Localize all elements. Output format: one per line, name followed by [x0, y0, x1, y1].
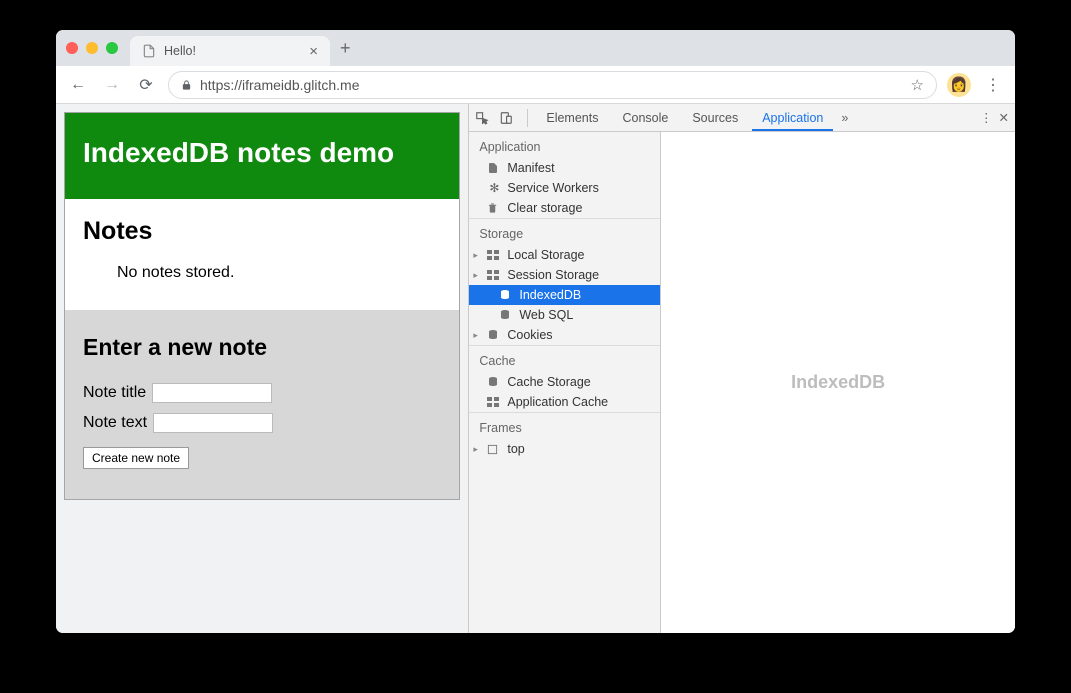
tab-application[interactable]: Application [752, 105, 833, 131]
application-sidebar: Application Manifest ✻ Service Workers [469, 132, 661, 633]
sidebar-item-label: IndexedDB [519, 288, 581, 302]
section-cache: Cache [469, 345, 660, 372]
browser-toolbar: ← → ⟳ https://iframeidb.glitch.me ☆ 👩 ⋮ [56, 66, 1015, 104]
empty-message: No notes stored. [117, 264, 441, 282]
sidebar-item-label: top [507, 442, 524, 456]
bookmark-icon[interactable]: ☆ [911, 76, 924, 94]
new-note-form: Enter a new note Note title Note text Cr… [65, 310, 459, 499]
tab-elements[interactable]: Elements [536, 105, 608, 131]
sidebar-item-label: Web SQL [519, 308, 573, 322]
frame-icon [487, 444, 501, 455]
devtools-tabstrip: Elements Console Sources Application » ⋮… [469, 104, 1015, 132]
main-placeholder: IndexedDB [791, 372, 885, 393]
tab-console[interactable]: Console [612, 105, 678, 131]
forward-button[interactable]: → [100, 76, 124, 94]
notes-heading: Notes [83, 217, 441, 246]
sidebar-item-websql[interactable]: Web SQL [469, 305, 660, 325]
database-icon [487, 376, 501, 388]
grid-icon [487, 250, 501, 260]
sidebar-item-application-cache[interactable]: Application Cache [469, 392, 660, 412]
sidebar-item-label: Local Storage [507, 248, 584, 262]
devtools-body: Application Manifest ✻ Service Workers [469, 132, 1015, 633]
sidebar-item-indexeddb[interactable]: IndexedDB [469, 285, 660, 305]
sidebar-item-label: Clear storage [507, 201, 582, 215]
url-text: https://iframeidb.glitch.me [200, 77, 360, 93]
close-tab-button[interactable]: × [309, 43, 318, 60]
window-controls [66, 42, 118, 54]
tab-strip: Hello! × + [56, 30, 1015, 66]
section-application: Application [469, 132, 660, 158]
gear-icon: ✻ [487, 181, 501, 195]
page-icon [142, 44, 156, 58]
address-bar[interactable]: https://iframeidb.glitch.me ☆ [168, 71, 937, 99]
devtools-panel: Elements Console Sources Application » ⋮… [468, 104, 1015, 633]
sidebar-item-label: Session Storage [507, 268, 599, 282]
section-frames: Frames [469, 412, 660, 439]
sidebar-item-service-workers[interactable]: ✻ Service Workers [469, 178, 660, 198]
sidebar-item-label: Application Cache [507, 395, 608, 409]
sidebar-item-cookies[interactable]: Cookies [469, 325, 660, 345]
sidebar-item-manifest[interactable]: Manifest [469, 158, 660, 178]
sidebar-item-session-storage[interactable]: Session Storage [469, 265, 660, 285]
sidebar-item-label: Manifest [507, 161, 554, 175]
grid-icon [487, 397, 501, 407]
tab-sources[interactable]: Sources [682, 105, 748, 131]
form-heading: Enter a new note [83, 334, 441, 361]
document-icon [487, 162, 501, 174]
notes-section: Notes No notes stored. [65, 199, 459, 310]
minimize-window-button[interactable] [86, 42, 98, 54]
note-text-input[interactable] [153, 413, 273, 433]
maximize-window-button[interactable] [106, 42, 118, 54]
note-text-label: Note text [83, 414, 147, 432]
browser-tab[interactable]: Hello! × [130, 36, 330, 66]
devtools-menu-icon[interactable]: ⋮ [980, 110, 993, 125]
browser-menu-button[interactable]: ⋮ [981, 75, 1005, 95]
create-note-button[interactable]: Create new note [83, 447, 189, 469]
sidebar-item-label: Cookies [507, 328, 552, 342]
separator [527, 109, 528, 127]
back-button[interactable]: ← [66, 76, 90, 94]
more-tabs-icon[interactable]: » [841, 111, 848, 125]
database-icon [487, 329, 501, 341]
inspect-icon[interactable] [475, 111, 495, 125]
sidebar-item-label: Cache Storage [507, 375, 590, 389]
sidebar-item-cache-storage[interactable]: Cache Storage [469, 372, 660, 392]
section-storage: Storage [469, 218, 660, 245]
profile-avatar[interactable]: 👩 [947, 73, 971, 97]
browser-window: Hello! × + ← → ⟳ https://iframeidb.glitc… [56, 30, 1015, 633]
device-toggle-icon[interactable] [499, 111, 519, 125]
tab-title: Hello! [164, 44, 196, 58]
lock-icon [181, 79, 192, 91]
sidebar-item-clear-storage[interactable]: Clear storage [469, 198, 660, 218]
new-tab-button[interactable]: + [340, 38, 351, 59]
database-icon [499, 289, 513, 301]
sidebar-item-local-storage[interactable]: Local Storage [469, 245, 660, 265]
rendered-page: IndexedDB notes demo Notes No notes stor… [56, 104, 468, 633]
note-title-input[interactable] [152, 383, 272, 403]
sidebar-item-top-frame[interactable]: top [469, 439, 660, 459]
demo-card: IndexedDB notes demo Notes No notes stor… [64, 112, 460, 500]
note-title-label: Note title [83, 384, 146, 402]
grid-icon [487, 270, 501, 280]
close-window-button[interactable] [66, 42, 78, 54]
database-icon [499, 309, 513, 321]
reload-button[interactable]: ⟳ [134, 75, 158, 95]
devtools-main-panel: IndexedDB [661, 132, 1015, 633]
sidebar-item-label: Service Workers [507, 181, 598, 195]
trash-icon [487, 202, 501, 214]
page-title: IndexedDB notes demo [65, 113, 459, 199]
content-area: IndexedDB notes demo Notes No notes stor… [56, 104, 1015, 633]
devtools-close-icon[interactable]: ✕ [999, 110, 1009, 125]
